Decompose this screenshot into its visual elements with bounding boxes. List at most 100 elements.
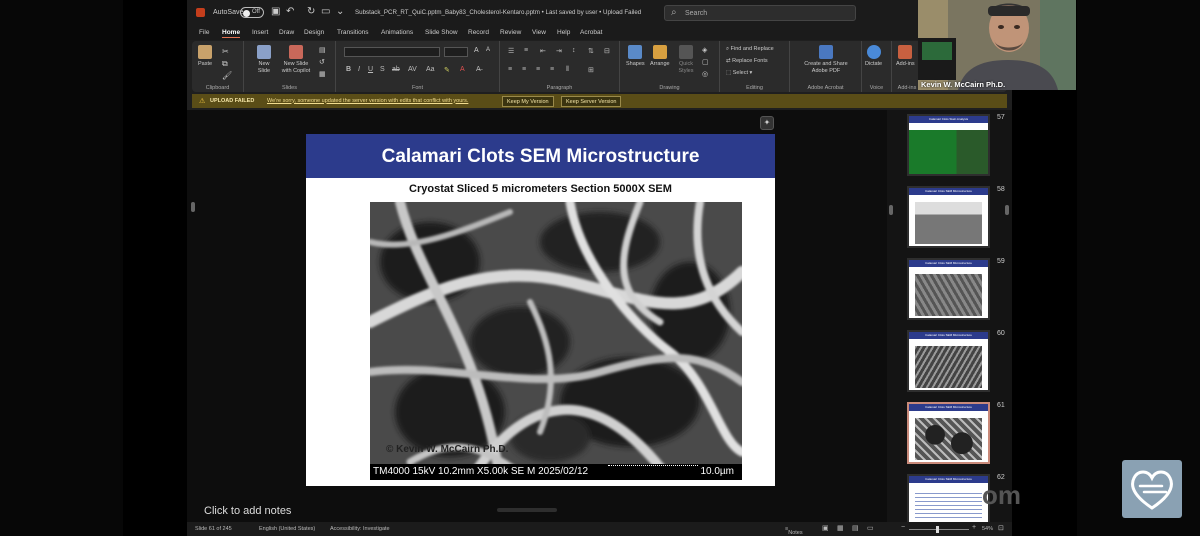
paste-button[interactable]: Paste: [198, 45, 212, 67]
section-icon[interactable]: ▦: [319, 70, 326, 78]
dictate-button[interactable]: Dictate: [865, 45, 882, 67]
layout-icon[interactable]: ▤: [319, 46, 326, 54]
columns-icon[interactable]: ⫴: [566, 66, 569, 74]
editor-scroll-handle[interactable]: [191, 202, 195, 212]
thumbnail-slide[interactable]: Calamari Clots SEM Microstructure: [907, 258, 990, 320]
zoom-slider[interactable]: [909, 529, 969, 530]
thumbnail-scroll-right[interactable]: [1005, 205, 1009, 215]
tab-file[interactable]: File: [199, 29, 209, 36]
thumbnail-slide[interactable]: Calamari Clots SEM Microstructure: [907, 474, 990, 522]
sem-image[interactable]: © Kevin W. McCairn Ph.D. TM4000 15kV 10.…: [370, 202, 742, 480]
language-status[interactable]: English (United States): [259, 526, 315, 532]
numbering-icon[interactable]: ≡: [524, 47, 528, 54]
shape-fill-icon[interactable]: ◈: [702, 46, 707, 54]
arrange-button[interactable]: Arrange: [650, 45, 670, 67]
present-icon[interactable]: ▭: [321, 7, 330, 17]
accessibility-status[interactable]: Accessibility: Investigate: [330, 526, 390, 532]
cut-icon[interactable]: ✂: [222, 47, 229, 56]
document-title[interactable]: Substack_PCR_RT_QuiC.pptm_Baby83_Cholest…: [355, 9, 641, 16]
replace-fonts-button[interactable]: ⇄ Replace Fonts: [726, 58, 768, 64]
tab-home[interactable]: Home: [222, 29, 241, 38]
strikethrough-icon[interactable]: ab: [392, 66, 400, 73]
slide-editor[interactable]: ✦ Calamari Clots SEM Microstructure Cryo…: [187, 110, 887, 522]
spacing-icon[interactable]: AV: [408, 66, 417, 73]
tab-animations[interactable]: Animations: [381, 29, 413, 36]
shadow-icon[interactable]: S: [380, 66, 385, 73]
thumbnail-slide[interactable]: Calamari Clots Stain Analysis: [907, 114, 990, 176]
change-case-icon[interactable]: Aa: [426, 66, 435, 73]
format-painter-icon[interactable]: 🖌: [222, 71, 232, 80]
save-icon[interactable]: ▣: [271, 7, 280, 17]
clear-format-icon[interactable]: A̶: [476, 66, 481, 73]
zoom-level[interactable]: 54%: [982, 526, 993, 532]
italic-icon[interactable]: I: [358, 66, 360, 73]
increase-indent-icon[interactable]: ⇥: [556, 47, 562, 55]
underline-icon[interactable]: U: [368, 66, 373, 73]
tab-view[interactable]: View: [532, 29, 546, 36]
current-slide[interactable]: Calamari Clots SEM Microstructure Cryost…: [306, 134, 775, 486]
bold-icon[interactable]: B: [346, 66, 351, 73]
slide-title[interactable]: Calamari Clots SEM Microstructure: [306, 146, 775, 168]
keep-server-version-button[interactable]: Keep Server Version: [561, 95, 622, 107]
zoom-out-icon[interactable]: −: [901, 524, 905, 531]
tab-draw[interactable]: Draw: [279, 29, 294, 36]
shape-outline-icon[interactable]: ▢: [702, 58, 709, 66]
align-center-icon[interactable]: ≡: [522, 66, 526, 73]
autosave-toggle[interactable]: Off: [240, 7, 264, 18]
zoom-slider-thumb[interactable]: [936, 526, 939, 533]
copy-icon[interactable]: ⧉: [222, 59, 228, 69]
font-size-box[interactable]: [444, 47, 468, 57]
tab-review[interactable]: Review: [500, 29, 521, 36]
bullets-icon[interactable]: ☰: [508, 47, 514, 55]
tab-acrobat[interactable]: Acrobat: [580, 29, 602, 36]
create-pdf-button[interactable]: Create and Share Adobe PDF: [798, 45, 854, 75]
tab-record[interactable]: Record: [468, 29, 489, 36]
quick-styles-button[interactable]: Quick Styles: [676, 45, 696, 75]
tab-design[interactable]: Design: [304, 29, 324, 36]
designer-icon[interactable]: ✦: [760, 116, 774, 130]
tab-insert[interactable]: Insert: [252, 29, 268, 36]
notes-pane[interactable]: Click to add notes: [187, 505, 887, 522]
align-right-icon[interactable]: ≡: [536, 66, 540, 73]
smartart-icon[interactable]: ⊞: [588, 66, 594, 74]
search-box[interactable]: ⌕ Search: [664, 5, 856, 21]
tab-slide-show[interactable]: Slide Show: [425, 29, 458, 36]
line-spacing-icon[interactable]: ↕: [572, 47, 576, 54]
reading-view-icon[interactable]: ▤: [852, 524, 859, 532]
tab-transitions[interactable]: Transitions: [337, 29, 369, 36]
reset-icon[interactable]: ↺: [319, 58, 325, 66]
select-button[interactable]: ⬚ Select ▾: [726, 70, 752, 76]
decrease-indent-icon[interactable]: ⇤: [540, 47, 546, 55]
thumbnail-scroll-left[interactable]: [889, 205, 893, 215]
slideshow-icon[interactable]: ▭: [867, 524, 874, 532]
highlight-icon[interactable]: ✎: [444, 66, 450, 74]
addins-button[interactable]: Add-ins: [896, 45, 915, 67]
slide-subtitle[interactable]: Cryostat Sliced 5 micrometers Section 50…: [306, 183, 775, 195]
grow-font-icon[interactable]: A: [474, 47, 479, 54]
new-slide-button[interactable]: New Slide: [252, 45, 276, 75]
fit-to-window-icon[interactable]: ⊡: [998, 524, 1004, 532]
justify-icon[interactable]: ≡: [550, 66, 554, 73]
notes-placeholder[interactable]: Click to add notes: [204, 505, 291, 517]
keep-my-version-button[interactable]: Keep My Version: [502, 95, 554, 107]
find-replace-button[interactable]: ⌕ Find and Replace: [726, 46, 774, 53]
quick-access-more-icon[interactable]: ⌄: [336, 7, 344, 17]
copilot-slide-button[interactable]: New Slide with Copilot: [278, 45, 314, 75]
zoom-in-icon[interactable]: +: [972, 524, 976, 531]
text-direction-icon[interactable]: ⇅: [588, 47, 594, 55]
redo-icon[interactable]: ↻: [307, 7, 315, 17]
notes-toggle[interactable]: ≡ Notes: [785, 526, 803, 536]
font-color-icon[interactable]: A: [460, 66, 465, 73]
notification-message[interactable]: We're sorry, someone updated the server …: [267, 98, 468, 104]
tab-help[interactable]: Help: [557, 29, 570, 36]
shape-effects-icon[interactable]: ◎: [702, 70, 708, 78]
slide-sorter-icon[interactable]: ▦: [837, 524, 844, 532]
thumbnail-slide-selected[interactable]: Calamari Clots SEM Microstructure: [907, 402, 990, 464]
undo-icon[interactable]: ↶: [286, 7, 294, 17]
font-name-box[interactable]: [344, 47, 440, 57]
align-text-icon[interactable]: ⊟: [604, 47, 610, 55]
thumbnail-slide[interactable]: Calamari Clots SEM Microstructure: [907, 186, 990, 248]
shapes-button[interactable]: Shapes: [626, 45, 645, 67]
align-left-icon[interactable]: ≡: [508, 66, 512, 73]
normal-view-icon[interactable]: ▣: [822, 524, 829, 532]
